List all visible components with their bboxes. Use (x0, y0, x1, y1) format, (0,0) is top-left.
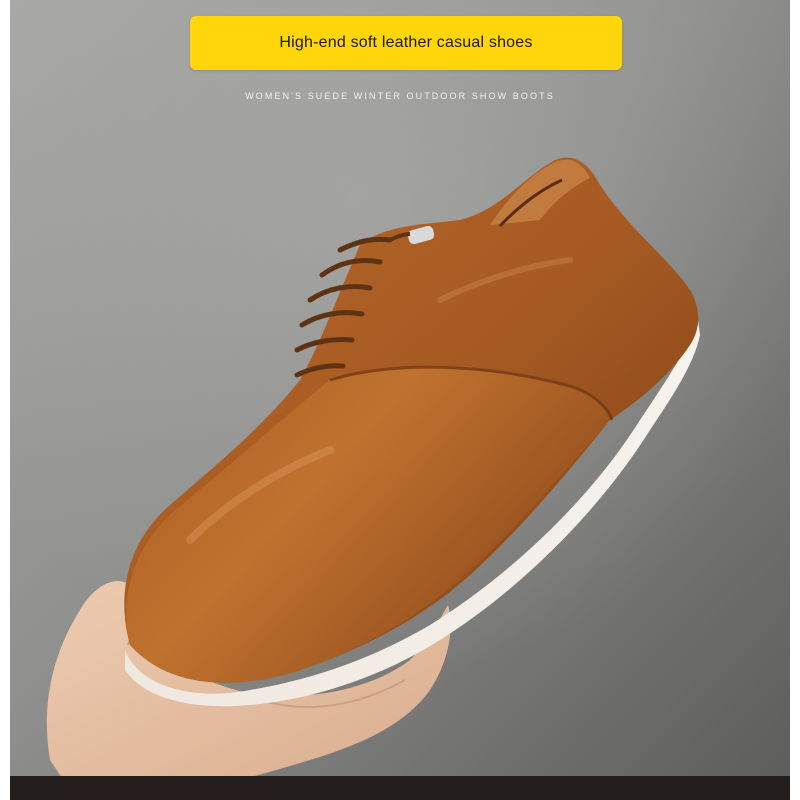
banner-title: High-end soft leather casual shoes (279, 34, 533, 51)
product-image-page: High-end soft leather casual shoes WOMEN… (0, 0, 800, 800)
promo-banner: High-end soft leather casual shoes (190, 16, 622, 70)
product-subtitle: WOMEN'S SUEDE WINTER OUTDOOR SHOW BOOTS (245, 91, 555, 101)
product-photo (10, 0, 790, 800)
